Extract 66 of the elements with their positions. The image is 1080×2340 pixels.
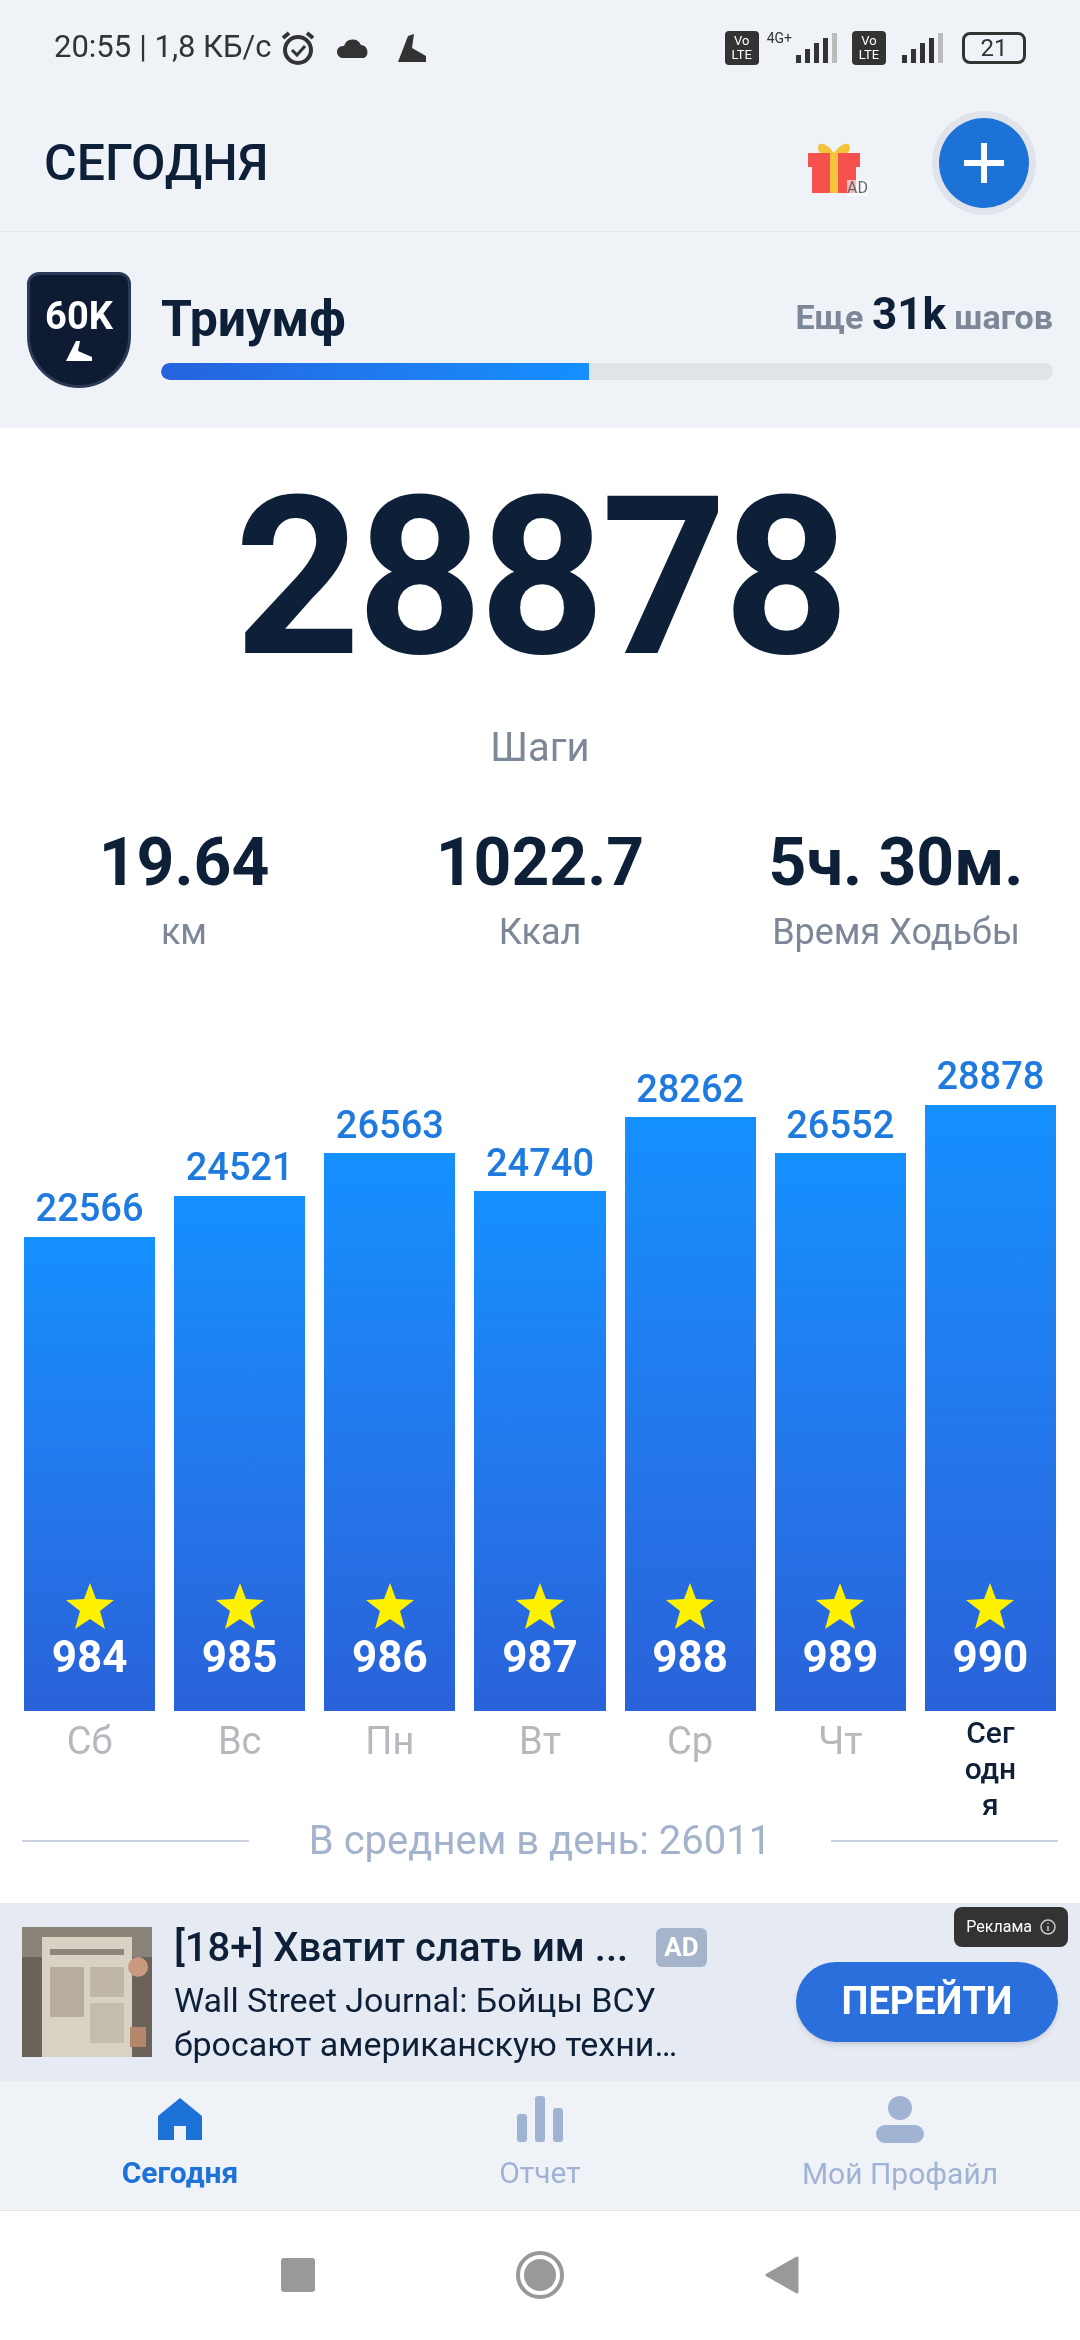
bar-value-label: 24740: [486, 1139, 594, 1187]
stat-label: Время Ходьбы: [772, 909, 1020, 955]
score-label: 987: [502, 1629, 578, 1685]
star-icon: [515, 1581, 565, 1630]
page-title: СЕГОДНЯ: [44, 132, 270, 194]
score-label: 988: [652, 1629, 728, 1685]
plus-icon: [962, 141, 1006, 185]
star-icon: [214, 1581, 265, 1630]
info-icon: [1040, 1918, 1056, 1935]
home-nav-icon[interactable]: [515, 2250, 565, 2301]
star-icon: [665, 1581, 716, 1630]
network-type: 4G+: [766, 29, 792, 48]
achievement-name: Триумф: [161, 289, 347, 350]
day-label: Вт: [519, 1717, 561, 1765]
ad-label: Реклама: [954, 1906, 1068, 1947]
day-label: Пн: [365, 1717, 415, 1765]
day-label: Чт: [818, 1717, 863, 1765]
bar-value-label: 26563: [335, 1101, 444, 1149]
steps-label: Шаги: [490, 723, 590, 773]
gift-button[interactable]: AD: [804, 130, 868, 196]
home-icon: [156, 2095, 204, 2142]
network-speed: | 1,8 КБ/с: [139, 27, 272, 68]
score-label: 984: [51, 1629, 128, 1685]
day-label: Ср: [667, 1717, 714, 1765]
back-nav-icon[interactable]: [765, 2256, 799, 2295]
volte-icon: Vo LTE: [724, 30, 759, 65]
bar-value-label: 28878: [936, 1053, 1045, 1100]
remaining-steps: Еще 31k шагов: [795, 280, 1053, 347]
day-label: Сб: [66, 1717, 113, 1765]
bar-value-label: 24521: [185, 1144, 294, 1192]
star-icon: [815, 1581, 866, 1630]
score-label: 989: [802, 1629, 879, 1685]
volte-icon: Vo LTE: [852, 30, 886, 65]
battery-indicator: 21: [962, 31, 1026, 64]
ad-badge: AD: [847, 180, 868, 196]
score-label: 986: [352, 1629, 428, 1685]
cloud-icon: [335, 37, 370, 58]
stat-value: 1022.7: [435, 823, 645, 903]
star-icon: [965, 1581, 1016, 1630]
stat-value: 5ч. 30м.: [768, 823, 1024, 903]
bar-value-label: 26552: [786, 1101, 895, 1149]
nav-tab[interactable]: Сегодня: [0, 2080, 360, 2210]
day-label: Вс: [217, 1717, 262, 1765]
stat-label: Ккал: [498, 909, 582, 955]
status-time: 20:55: [54, 27, 132, 68]
star-icon: [364, 1581, 415, 1630]
step-count: 28878: [234, 448, 846, 708]
stat-value: 19.64: [98, 823, 270, 903]
user-icon: [876, 2094, 924, 2143]
star-icon: [64, 1581, 115, 1630]
ad-text: Wall Street Journal: Бойцы ВСУ бросают американскую техни…: [174, 1978, 679, 2066]
add-button[interactable]: [939, 118, 1029, 208]
score-label: 985: [201, 1629, 278, 1685]
ad-tag: AD: [656, 1928, 707, 1967]
stat-label: км: [160, 909, 208, 955]
alarm-icon: [279, 29, 316, 66]
day-label: Сегодня: [963, 1714, 1018, 1823]
score-label: 990: [952, 1629, 1029, 1685]
ad-title: [18+] Хватит слать им ...: [174, 1922, 629, 1973]
go-button[interactable]: ПЕРЕЙТИ: [796, 1961, 1058, 2042]
bar-value-label: 28262: [636, 1065, 745, 1113]
daily-average: В среднем в день: 26011: [308, 1815, 772, 1866]
square-nav-icon[interactable]: [281, 2258, 315, 2293]
bar-chart-icon: [517, 2095, 563, 2142]
badge-label: 60K: [45, 297, 113, 335]
bar-value-label: 22566: [35, 1185, 144, 1233]
